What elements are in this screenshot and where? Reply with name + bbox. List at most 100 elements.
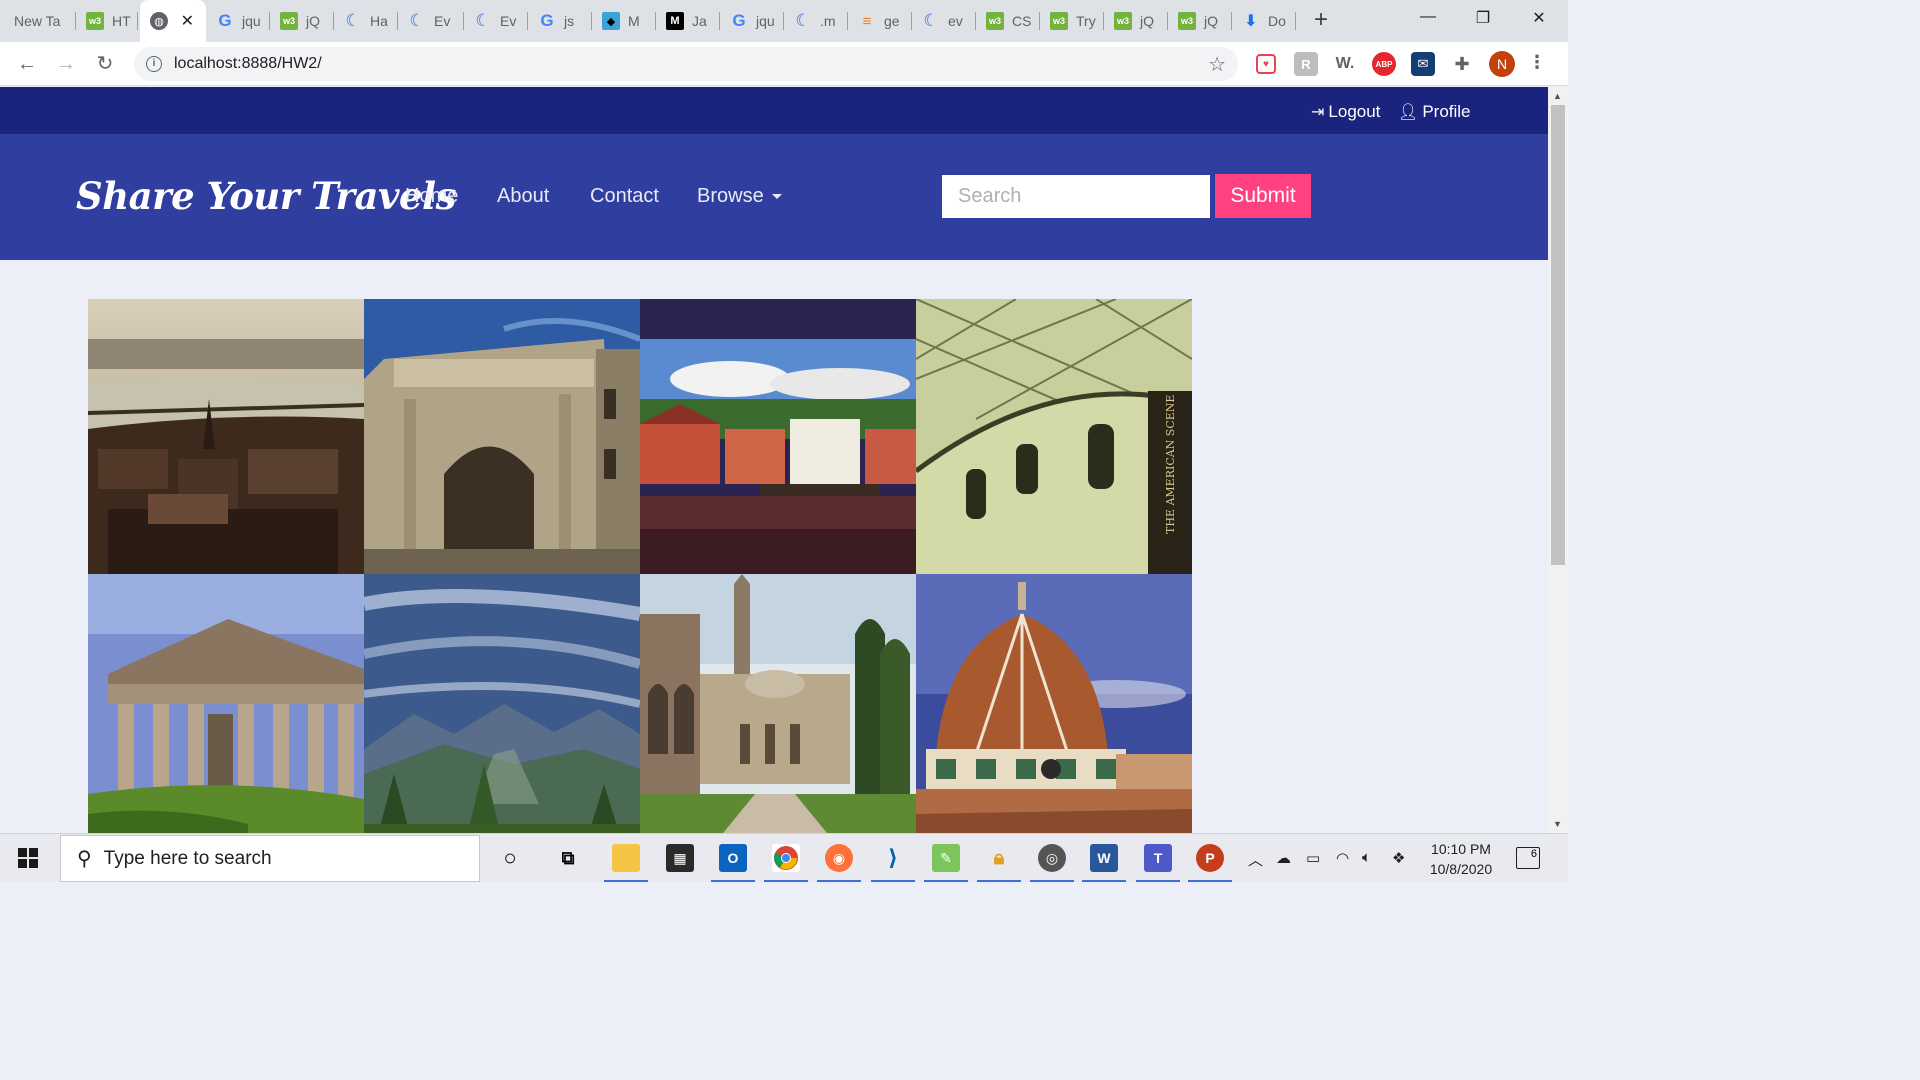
- museum-glass-roof-photo[interactable]: THE AMERICAN SCENE: [916, 299, 1192, 574]
- photo-grid: THE AMERICAN SCENE: [88, 299, 1192, 849]
- battery-icon[interactable]: ▭: [1306, 849, 1320, 867]
- app-icon: ◆: [602, 12, 620, 30]
- nav-about[interactable]: About: [497, 185, 549, 208]
- firefox-icon[interactable]: ◉: [817, 844, 861, 882]
- nav-browse-dropdown[interactable]: Browse: [697, 185, 782, 208]
- tab-label: Ev: [434, 13, 451, 29]
- page-scrollbar[interactable]: ▲ ▼: [1548, 87, 1568, 833]
- system-clock[interactable]: 10:10 PM 10/8/2020: [1422, 839, 1500, 879]
- profile-avatar[interactable]: N: [1489, 51, 1515, 77]
- pocket-icon[interactable]: ♥: [1256, 54, 1276, 74]
- puzzle-icon[interactable]: ✚: [1450, 52, 1474, 76]
- notification-count: 6: [1530, 848, 1537, 860]
- tab[interactable]: ☾ ev: [912, 0, 976, 42]
- search-input[interactable]: [942, 175, 1210, 218]
- reload-icon[interactable]: ↻: [92, 51, 118, 77]
- scroll-down-icon[interactable]: ▼: [1553, 819, 1562, 829]
- florence-dome-photo[interactable]: [916, 574, 1192, 849]
- tab[interactable]: G jqu: [720, 0, 784, 42]
- powerpoint-icon[interactable]: P: [1188, 844, 1232, 882]
- wifi-icon[interactable]: ◠: [1336, 849, 1349, 867]
- new-tab-button[interactable]: +: [1308, 8, 1334, 34]
- tab[interactable]: ⬇ Do: [1232, 0, 1296, 42]
- submit-button[interactable]: Submit: [1215, 174, 1311, 218]
- restore-icon[interactable]: ❐: [1469, 8, 1497, 28]
- tab[interactable]: ◆ M: [592, 0, 656, 42]
- logout-icon: ⇥: [1311, 104, 1325, 121]
- mountain-valley-photo[interactable]: [364, 574, 640, 849]
- tab[interactable]: G jqu: [206, 0, 270, 42]
- taskbar-search[interactable]: ⚲ Type here to search: [60, 835, 480, 882]
- edge-icon: ☾: [923, 11, 939, 30]
- windows-start-icon[interactable]: [18, 848, 38, 868]
- forward-icon[interactable]: →: [53, 51, 79, 77]
- tab[interactable]: G js: [528, 0, 592, 42]
- info-icon[interactable]: i: [146, 56, 162, 72]
- close-window-icon[interactable]: ✕: [1525, 8, 1553, 28]
- tab[interactable]: ☾ Ev: [464, 0, 528, 42]
- bookmark-star-icon[interactable]: ☆: [1208, 52, 1226, 77]
- tab[interactable]: w3 jQ: [1168, 0, 1232, 42]
- notepad-icon[interactable]: ✎: [924, 844, 968, 882]
- site-brand[interactable]: Share Your Travels: [76, 174, 456, 218]
- store-icon[interactable]: ▦: [666, 844, 694, 872]
- tab[interactable]: w3 jQ: [1104, 0, 1168, 42]
- nav-home[interactable]: Home: [405, 185, 458, 208]
- word-icon[interactable]: W: [1082, 844, 1126, 882]
- chevron-up-icon[interactable]: ︿: [1248, 849, 1263, 870]
- adblock-icon[interactable]: ABP: [1372, 52, 1396, 76]
- triumphal-arch-photo[interactable]: [364, 299, 640, 574]
- scroll-thumb[interactable]: [1551, 105, 1565, 565]
- cathedral-courtyard-photo[interactable]: [640, 574, 916, 849]
- city-river-bridge-photo[interactable]: [88, 299, 364, 574]
- clock-date: 10/8/2020: [1429, 861, 1493, 877]
- outlook-icon[interactable]: O: [711, 844, 755, 882]
- tab[interactable]: ≡ ge: [848, 0, 912, 42]
- logout-link[interactable]: ⇥ Logout: [1311, 102, 1380, 122]
- file-explorer-icon[interactable]: [604, 844, 648, 882]
- tab-label: HT: [112, 13, 131, 29]
- tab[interactable]: w3 CS: [976, 0, 1040, 42]
- chrome-icon[interactable]: [764, 844, 808, 882]
- teams-icon[interactable]: T: [1136, 844, 1180, 882]
- tab[interactable]: ☾ Ha: [334, 0, 398, 42]
- tab[interactable]: New Ta: [4, 0, 76, 42]
- address-bar[interactable]: i localhost:8888/HW2/ ☆: [134, 47, 1238, 81]
- scroll-up-icon[interactable]: ▲: [1553, 91, 1562, 101]
- vscode-icon[interactable]: ⟩: [871, 844, 915, 882]
- google-icon: G: [218, 11, 232, 30]
- cortana-icon[interactable]: ○: [496, 844, 524, 872]
- google-icon: G: [540, 11, 554, 30]
- reader-icon[interactable]: R: [1294, 52, 1318, 76]
- taskbar-search-placeholder: Type here to search: [103, 847, 272, 869]
- tab[interactable]: w3 Try: [1040, 0, 1104, 42]
- onedrive-icon[interactable]: ☁: [1276, 849, 1291, 867]
- tab[interactable]: M Ja: [656, 0, 720, 42]
- back-icon[interactable]: ←: [14, 51, 40, 77]
- minimize-icon[interactable]: —: [1414, 8, 1442, 26]
- close-tab-icon[interactable]: ✕: [181, 11, 194, 31]
- tab[interactable]: w3 jQ: [270, 0, 334, 42]
- tab[interactable]: ☾ .m: [784, 0, 848, 42]
- mail-icon[interactable]: ✉: [1411, 52, 1435, 76]
- harbor-red-houses-photo[interactable]: [640, 299, 916, 574]
- menu-icon[interactable]: ⋮: [1528, 52, 1546, 73]
- lock-icon[interactable]: 🔒︎: [977, 844, 1021, 882]
- tab-label: .m: [820, 13, 836, 29]
- nav-contact[interactable]: Contact: [590, 185, 659, 208]
- notification-icon[interactable]: 6: [1516, 847, 1540, 869]
- profile-link[interactable]: 👤︎ Profile: [1398, 102, 1471, 122]
- tab-active[interactable]: ◍ ✕: [140, 0, 206, 42]
- w3schools-icon: w3: [1050, 12, 1068, 30]
- w3schools-icon: w3: [1114, 12, 1132, 30]
- w3schools-icon: w3: [1178, 12, 1196, 30]
- greek-temple-photo[interactable]: [88, 574, 364, 849]
- tab[interactable]: ☾ Ev: [398, 0, 464, 42]
- taskview-icon[interactable]: ⧉: [554, 844, 582, 872]
- app-icon[interactable]: ◎: [1030, 844, 1074, 882]
- tab[interactable]: w3 HT: [76, 0, 138, 42]
- volume-icon[interactable]: 🔈︎: [1362, 849, 1371, 866]
- dropbox-icon[interactable]: ❖: [1392, 849, 1405, 867]
- user-icon: 👤︎: [1398, 104, 1419, 121]
- w-icon[interactable]: W.: [1333, 52, 1357, 76]
